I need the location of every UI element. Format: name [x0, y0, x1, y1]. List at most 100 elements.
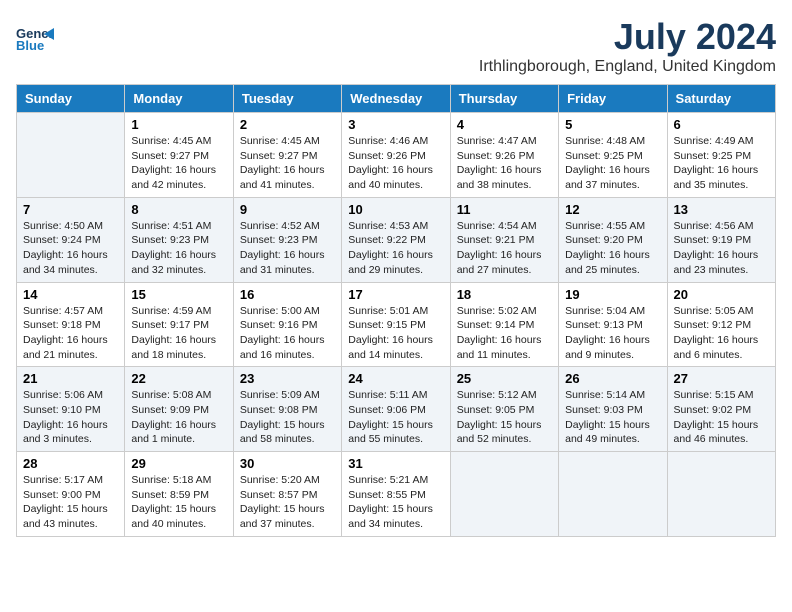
calendar-cell: 4 Sunrise: 4:47 AM Sunset: 9:26 PM Daylig…: [450, 113, 558, 198]
calendar-cell: 8Sunrise: 4:51 AM Sunset: 9:23 PM Daylig…: [125, 197, 233, 282]
calendar-table: SundayMondayTuesdayWednesdayThursdayFrid…: [16, 84, 776, 537]
calendar-cell: 30Sunrise: 5:20 AM Sunset: 8:57 PM Dayli…: [233, 452, 341, 537]
calendar-cell: 23 Sunrise: 5:09 AM Sunset: 9:08 PM Dayli…: [233, 367, 341, 452]
cell-content: Sunrise: 5:09 AM Sunset: 9:08 PM Dayligh…: [240, 388, 335, 447]
column-header-monday: Monday: [125, 85, 233, 113]
cell-content: Sunrise: 4:52 AM Sunset: 9:23 PM Dayligh…: [240, 219, 335, 278]
calendar-cell: 5 Sunrise: 4:48 AM Sunset: 9:25 PM Daylig…: [559, 113, 667, 198]
calendar-cell: 12 Sunrise: 4:55 AM Sunset: 9:20 PM Dayli…: [559, 197, 667, 282]
calendar-cell: 24 Sunrise: 5:11 AM Sunset: 9:06 PM Dayli…: [342, 367, 450, 452]
day-number: 14: [23, 287, 118, 302]
column-header-thursday: Thursday: [450, 85, 558, 113]
day-number: 23: [240, 371, 335, 386]
day-number: 10: [348, 202, 443, 217]
day-number: 25: [457, 371, 552, 386]
cell-content: Sunrise: 5:20 AM Sunset: 8:57 PM Dayligh…: [240, 473, 335, 532]
calendar-cell: 25 Sunrise: 5:12 AM Sunset: 9:05 PM Dayli…: [450, 367, 558, 452]
cell-content: Sunrise: 5:06 AM Sunset: 9:10 PM Dayligh…: [23, 388, 118, 447]
day-number: 21: [23, 371, 118, 386]
cell-content: Sunrise: 4:54 AM Sunset: 9:21 PM Dayligh…: [457, 219, 552, 278]
calendar-cell: 15 Sunrise: 4:59 AM Sunset: 9:17 PM Dayli…: [125, 282, 233, 367]
calendar-cell: 2 Sunrise: 4:45 AM Sunset: 9:27 PM Daylig…: [233, 113, 341, 198]
day-number: 18: [457, 287, 552, 302]
calendar-cell: [17, 113, 125, 198]
day-number: 8: [131, 202, 226, 217]
cell-content: Sunrise: 5:00 AM Sunset: 9:16 PM Dayligh…: [240, 304, 335, 363]
day-number: 2: [240, 117, 335, 132]
day-number: 17: [348, 287, 443, 302]
cell-content: Sunrise: 5:11 AM Sunset: 9:06 PM Dayligh…: [348, 388, 443, 447]
calendar-cell: 13Sunrise: 4:56 AM Sunset: 9:19 PM Dayli…: [667, 197, 775, 282]
calendar-cell: 27Sunrise: 5:15 AM Sunset: 9:02 PM Dayli…: [667, 367, 775, 452]
cell-content: Sunrise: 4:55 AM Sunset: 9:20 PM Dayligh…: [565, 219, 660, 278]
day-number: 7: [23, 202, 118, 217]
calendar-cell: [667, 452, 775, 537]
day-number: 15: [131, 287, 226, 302]
day-number: 27: [674, 371, 769, 386]
cell-content: Sunrise: 4:45 AM Sunset: 9:27 PM Dayligh…: [240, 134, 335, 193]
logo-icon: General Blue: [16, 16, 54, 54]
cell-content: Sunrise: 5:12 AM Sunset: 9:05 PM Dayligh…: [457, 388, 552, 447]
day-number: 9: [240, 202, 335, 217]
cell-content: Sunrise: 4:47 AM Sunset: 9:26 PM Dayligh…: [457, 134, 552, 193]
day-number: 13: [674, 202, 769, 217]
cell-content: Sunrise: 5:17 AM Sunset: 9:00 PM Dayligh…: [23, 473, 118, 532]
column-header-saturday: Saturday: [667, 85, 775, 113]
day-number: 16: [240, 287, 335, 302]
cell-content: Sunrise: 4:57 AM Sunset: 9:18 PM Dayligh…: [23, 304, 118, 363]
cell-content: Sunrise: 4:50 AM Sunset: 9:24 PM Dayligh…: [23, 219, 118, 278]
location-subtitle: Irthlingborough, England, United Kingdom: [479, 58, 776, 76]
calendar-cell: 11 Sunrise: 4:54 AM Sunset: 9:21 PM Dayli…: [450, 197, 558, 282]
calendar-cell: 6Sunrise: 4:49 AM Sunset: 9:25 PM Daylig…: [667, 113, 775, 198]
cell-content: Sunrise: 4:59 AM Sunset: 9:17 PM Dayligh…: [131, 304, 226, 363]
calendar-cell: 14 Sunrise: 4:57 AM Sunset: 9:18 PM Dayli…: [17, 282, 125, 367]
cell-content: Sunrise: 4:45 AM Sunset: 9:27 PM Dayligh…: [131, 134, 226, 193]
header: General Blue July 2024 Irthlingborough, …: [16, 16, 776, 76]
day-number: 12: [565, 202, 660, 217]
day-number: 4: [457, 117, 552, 132]
day-number: 1: [131, 117, 226, 132]
calendar-cell: 31Sunrise: 5:21 AM Sunset: 8:55 PM Dayli…: [342, 452, 450, 537]
calendar-cell: [450, 452, 558, 537]
day-number: 19: [565, 287, 660, 302]
column-header-tuesday: Tuesday: [233, 85, 341, 113]
cell-content: Sunrise: 5:04 AM Sunset: 9:13 PM Dayligh…: [565, 304, 660, 363]
cell-content: Sunrise: 5:14 AM Sunset: 9:03 PM Dayligh…: [565, 388, 660, 447]
day-number: 24: [348, 371, 443, 386]
calendar-cell: 19 Sunrise: 5:04 AM Sunset: 9:13 PM Dayli…: [559, 282, 667, 367]
calendar-cell: 26Sunrise: 5:14 AM Sunset: 9:03 PM Dayli…: [559, 367, 667, 452]
month-year-title: July 2024: [479, 16, 776, 58]
calendar-cell: 20 Sunrise: 5:05 AM Sunset: 9:12 PM Dayli…: [667, 282, 775, 367]
calendar-cell: 21 Sunrise: 5:06 AM Sunset: 9:10 PM Dayli…: [17, 367, 125, 452]
day-number: 31: [348, 456, 443, 471]
calendar-cell: 9 Sunrise: 4:52 AM Sunset: 9:23 PM Daylig…: [233, 197, 341, 282]
cell-content: Sunrise: 5:02 AM Sunset: 9:14 PM Dayligh…: [457, 304, 552, 363]
column-header-wednesday: Wednesday: [342, 85, 450, 113]
day-number: 11: [457, 202, 552, 217]
cell-content: Sunrise: 5:05 AM Sunset: 9:12 PM Dayligh…: [674, 304, 769, 363]
calendar-cell: 28 Sunrise: 5:17 AM Sunset: 9:00 PM Dayli…: [17, 452, 125, 537]
day-number: 6: [674, 117, 769, 132]
svg-text:Blue: Blue: [16, 38, 44, 53]
cell-content: Sunrise: 4:48 AM Sunset: 9:25 PM Dayligh…: [565, 134, 660, 193]
calendar-cell: 10 Sunrise: 4:53 AM Sunset: 9:22 PM Dayli…: [342, 197, 450, 282]
day-number: 3: [348, 117, 443, 132]
day-number: 29: [131, 456, 226, 471]
column-header-sunday: Sunday: [17, 85, 125, 113]
day-number: 20: [674, 287, 769, 302]
cell-content: Sunrise: 4:46 AM Sunset: 9:26 PM Dayligh…: [348, 134, 443, 193]
cell-content: Sunrise: 5:01 AM Sunset: 9:15 PM Dayligh…: [348, 304, 443, 363]
calendar-cell: 3 Sunrise: 4:46 AM Sunset: 9:26 PM Daylig…: [342, 113, 450, 198]
calendar-cell: 17 Sunrise: 5:01 AM Sunset: 9:15 PM Dayli…: [342, 282, 450, 367]
calendar-cell: 7 Sunrise: 4:50 AM Sunset: 9:24 PM Daylig…: [17, 197, 125, 282]
day-number: 22: [131, 371, 226, 386]
day-number: 5: [565, 117, 660, 132]
cell-content: Sunrise: 4:53 AM Sunset: 9:22 PM Dayligh…: [348, 219, 443, 278]
calendar-cell: [559, 452, 667, 537]
calendar-cell: 18 Sunrise: 5:02 AM Sunset: 9:14 PM Dayli…: [450, 282, 558, 367]
calendar-cell: 1 Sunrise: 4:45 AM Sunset: 9:27 PM Daylig…: [125, 113, 233, 198]
title-area: July 2024 Irthlingborough, England, Unit…: [479, 16, 776, 76]
column-header-friday: Friday: [559, 85, 667, 113]
calendar-cell: 29Sunrise: 5:18 AM Sunset: 8:59 PM Dayli…: [125, 452, 233, 537]
day-number: 28: [23, 456, 118, 471]
